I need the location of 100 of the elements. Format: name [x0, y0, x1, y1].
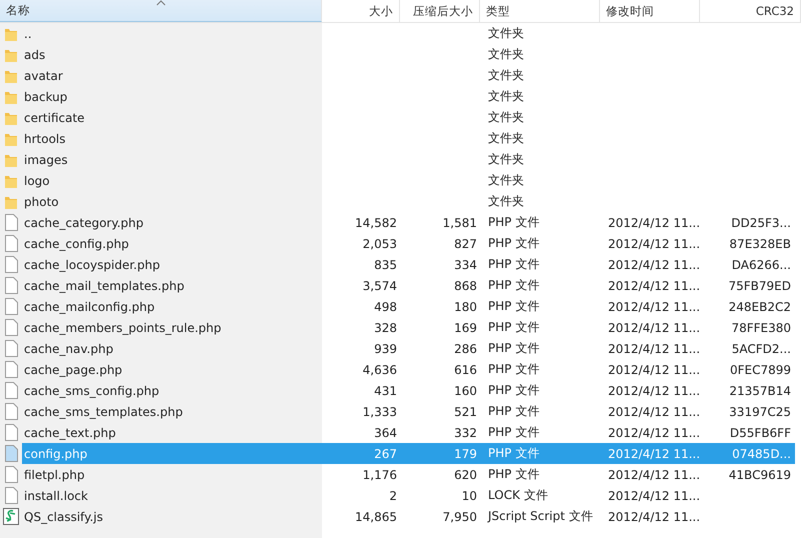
file-icon: [4, 319, 18, 336]
file-row[interactable]: backup 文件夹: [22, 86, 795, 107]
file-row[interactable]: cache_locoyspider.php 835 334 PHP 文件 2012/4/12 11... DA6266...: [22, 254, 795, 275]
crc-value: 5ACFD2...: [730, 342, 792, 356]
file-row[interactable]: cache_category.php 14,582 1,581 PHP 文件 2012/4/12 11... DD25F3...: [22, 212, 795, 233]
packed-size: 868: [453, 278, 478, 292]
file-name: cache_text.php: [23, 426, 117, 440]
file-row[interactable]: cache_sms_config.php 431 160 PHP 文件 2012/4/12 11... 21357B14: [22, 380, 795, 401]
file-row[interactable]: avatar 文件夹: [22, 65, 795, 86]
file-icon: [4, 340, 18, 357]
file-type: 文件夹: [487, 46, 525, 63]
file-name: hrtools: [23, 132, 67, 146]
file-row[interactable]: filetpl.php 1,176 620 PHP 文件 2012/4/12 11... 41BC9619: [22, 464, 795, 485]
file-type: JScript Script 文件: [486, 508, 594, 525]
file-row[interactable]: QS_classify.js 14,865 7,950 JScript Script 文件 2012/4/12 11...: [22, 506, 795, 527]
packed-size: 286: [453, 342, 478, 356]
file-row[interactable]: cache_sms_templates.php 1,333 521 PHP 文件 2012/4/12 11... 33197C25: [22, 401, 795, 422]
crc-value: 0FEC7899: [728, 362, 792, 376]
file-name: avatar: [23, 68, 64, 82]
file-type: LOCK 文件: [487, 487, 549, 504]
file-name: filetpl.php: [23, 468, 86, 482]
file-name: cache_members_points_rule.php: [23, 320, 222, 334]
crc-value: 41BC9619: [728, 468, 792, 482]
modified-date: 2012/4/12 11...: [607, 216, 702, 230]
file-row[interactable]: cache_mail_templates.php 3,574 868 PHP 文件 2012/4/12 11... 75FB79ED: [22, 275, 795, 296]
packed-size: 7,950: [442, 510, 478, 524]
file-row[interactable]: ads 文件夹: [22, 44, 795, 65]
file-size: 14,582: [354, 216, 398, 230]
packed-size: 179: [453, 446, 478, 460]
file-size: 939: [373, 342, 398, 356]
file-name: cache_config.php: [23, 236, 130, 250]
file-type: 文件夹: [487, 88, 525, 105]
file-name: cache_category.php: [23, 216, 145, 230]
column-header[interactable]: 名称: [0, 0, 322, 22]
sort-caret-icon: [156, 0, 166, 6]
packed-size: 169: [453, 320, 478, 334]
crc-value: 07485D...: [731, 446, 792, 460]
file-name: cache_page.php: [23, 362, 124, 376]
crc-value: 75FB79ED: [728, 278, 792, 292]
packed-size: 1,581: [442, 216, 478, 230]
modified-date: 2012/4/12 11...: [607, 468, 702, 482]
crc-value: 33197C25: [728, 404, 792, 418]
file-name: cache_nav.php: [23, 342, 114, 356]
file-icon: [4, 487, 18, 504]
file-row[interactable]: install.lock 2 10 LOCK 文件 2012/4/12 11...: [22, 485, 795, 506]
file-icon: [4, 445, 18, 462]
modified-date: 2012/4/12 11...: [607, 404, 702, 418]
file-type: PHP 文件: [487, 445, 540, 462]
file-row[interactable]: logo 文件夹: [22, 170, 795, 191]
file-icon: [4, 235, 18, 252]
file-row[interactable]: photo 文件夹: [22, 191, 795, 212]
packed-size: 332: [453, 426, 478, 440]
modified-date: 2012/4/12 11...: [607, 320, 702, 334]
file-size: 431: [373, 384, 398, 398]
file-row[interactable]: certificate 文件夹: [22, 107, 795, 128]
modified-date: 2012/4/12 11...: [607, 510, 702, 524]
file-row[interactable]: cache_members_points_rule.php 328 169 PHP 文件 2012/4/12 11... 78FFE380: [22, 317, 795, 338]
file-size: 498: [373, 300, 398, 314]
file-name: install.lock: [23, 488, 89, 502]
modified-date: 2012/4/12 11...: [607, 362, 702, 376]
file-size: 1,176: [362, 468, 398, 482]
file-type: 文件夹: [487, 193, 525, 210]
modified-date: 2012/4/12 11...: [607, 384, 702, 398]
file-row[interactable]: cache_mailconfig.php 498 180 PHP 文件 2012/4/12 11... 248EB2C2: [22, 296, 795, 317]
file-row[interactable]: cache_page.php 4,636 616 PHP 文件 2012/4/12 11... 0FEC7899: [22, 359, 795, 380]
crc-value: D55FB6FF: [728, 426, 792, 440]
file-size: 14,865: [354, 510, 398, 524]
file-size: 2: [388, 488, 398, 502]
modified-date: 2012/4/12 11...: [607, 258, 702, 272]
file-size: 364: [373, 426, 398, 440]
file-size: 2,053: [362, 236, 398, 250]
file-type: PHP 文件: [487, 277, 540, 294]
file-row[interactable]: cache_text.php 364 332 PHP 文件 2012/4/12 11... D55FB6FF: [22, 422, 795, 443]
file-name: backup: [23, 90, 68, 104]
packed-size: 334: [453, 258, 478, 272]
file-icon: [4, 214, 18, 231]
file-row[interactable]: .. 文件夹: [22, 23, 795, 44]
file-name: ads: [23, 48, 46, 62]
file-type: PHP 文件: [487, 424, 540, 441]
modified-date: 2012/4/12 11...: [607, 278, 702, 292]
file-icon: [4, 403, 18, 420]
file-type: 文件夹: [487, 67, 525, 84]
modified-date: 2012/4/12 11...: [607, 300, 702, 314]
file-name: logo: [23, 174, 51, 188]
file-row[interactable]: cache_config.php 2,053 827 PHP 文件 2012/4/12 11... 87E328EB: [22, 233, 795, 254]
file-name: photo: [23, 194, 60, 208]
file-name: QS_classify.js: [23, 510, 104, 524]
crc-value: 21357B14: [728, 384, 792, 398]
crc-value: 78FFE380: [730, 320, 792, 334]
packed-size: 616: [453, 362, 478, 376]
file-row[interactable]: cache_nav.php 939 286 PHP 文件 2012/4/12 11... 5ACFD2...: [22, 338, 795, 359]
file-type: PHP 文件: [487, 298, 540, 315]
file-type: 文件夹: [487, 109, 525, 126]
crc-value: DD25F3...: [730, 216, 792, 230]
file-size: 1,333: [362, 404, 398, 418]
packed-size: 521: [453, 404, 478, 418]
file-type: PHP 文件: [487, 382, 540, 399]
file-row[interactable]: images 文件夹: [22, 149, 795, 170]
file-row[interactable]: hrtools 文件夹: [22, 128, 795, 149]
file-name: images: [23, 152, 69, 166]
